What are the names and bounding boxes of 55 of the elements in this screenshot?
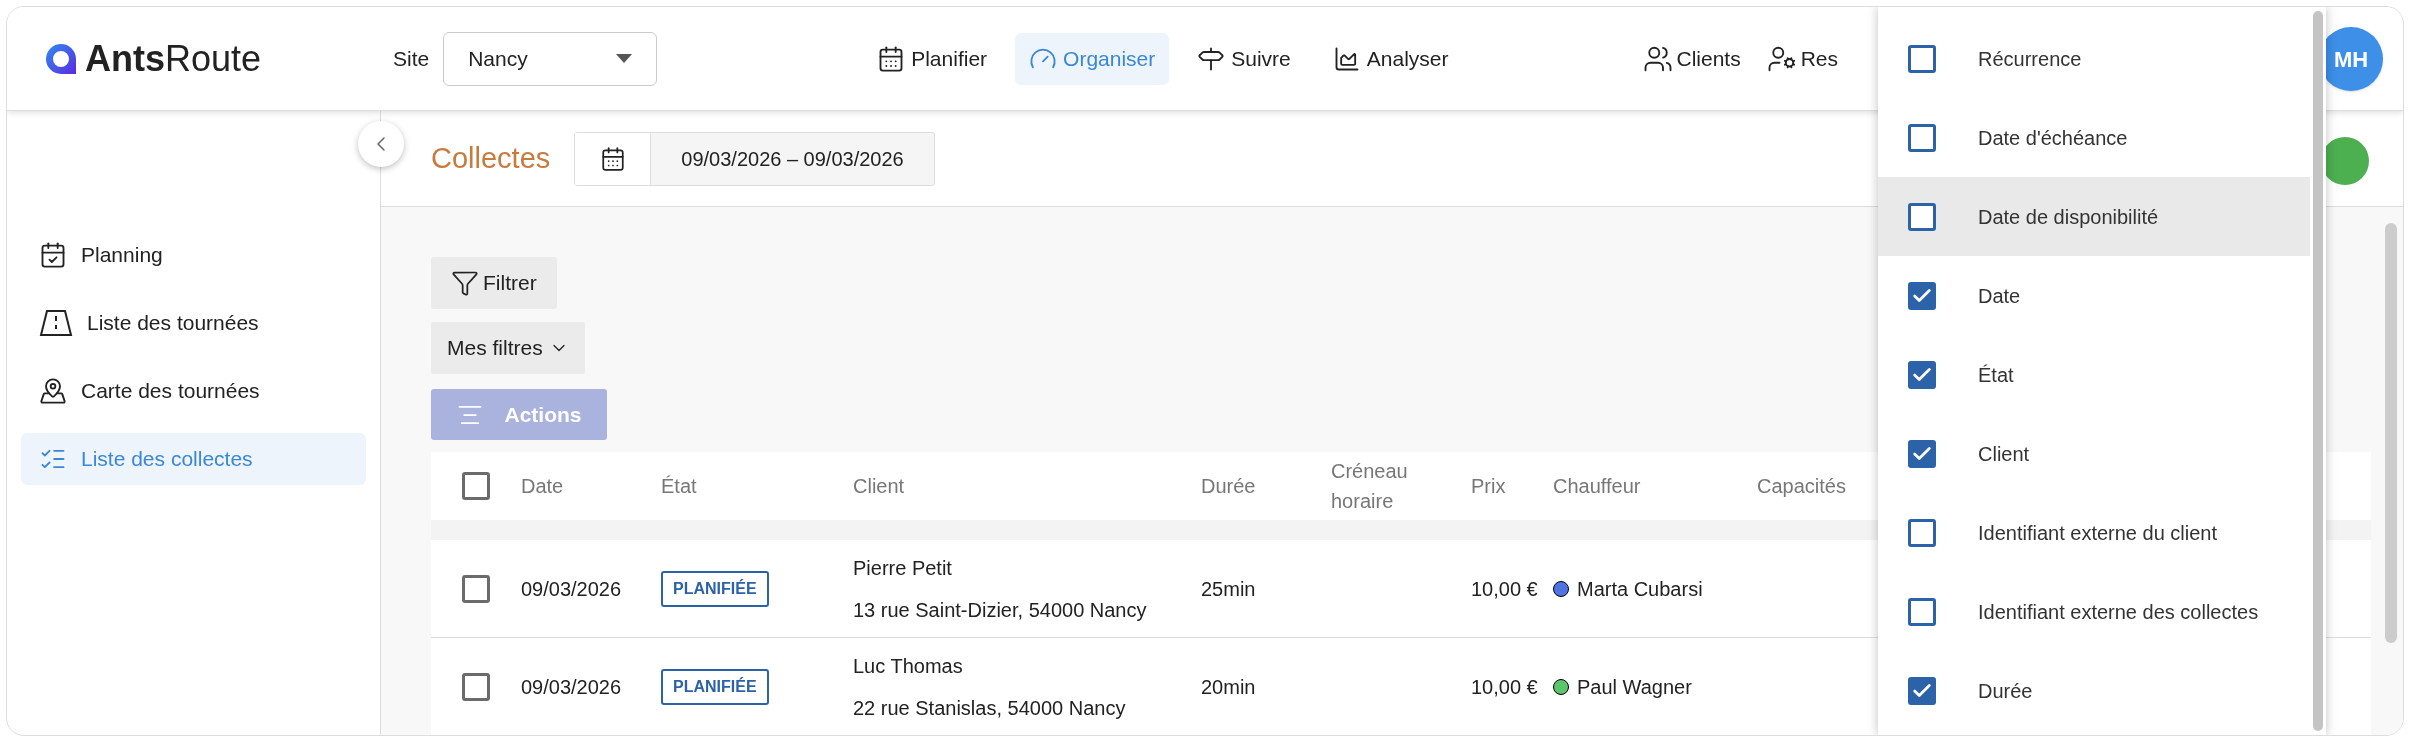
filter-button[interactable]: Filtrer (431, 257, 557, 309)
road-icon (39, 309, 73, 337)
column-header[interactable]: Prix (1471, 471, 1553, 501)
client-name: Luc Thomas (853, 653, 963, 679)
column-checkbox[interactable] (1908, 518, 1936, 547)
column-checkbox[interactable] (1908, 360, 1936, 389)
sidebar-item[interactable]: Liste des tournées (21, 297, 366, 349)
filter-icon (451, 269, 479, 297)
column-header[interactable]: Date (521, 471, 661, 501)
site-label: Site (393, 45, 430, 72)
nav-tab[interactable]: Analyser (1318, 32, 1463, 85)
sidebar-item[interactable]: Carte des tournées (21, 365, 366, 417)
row-checkbox[interactable] (462, 574, 490, 603)
column-checkbox[interactable] (1908, 202, 1936, 231)
column-checkbox[interactable] (1908, 44, 1936, 73)
duration-cell-text: 20min (1201, 674, 1256, 700)
client-address: 22 rue Stanislas, 54000 Nancy (853, 695, 1126, 721)
map-pin-icon (39, 377, 67, 405)
nav-tab[interactable]: Planifier (863, 32, 1002, 85)
column-option[interactable]: Date de disponibilité (1878, 177, 2310, 256)
price-cell-text: 10,00 € (1471, 576, 1538, 602)
column-checkbox[interactable] (1908, 281, 1936, 310)
nav-link[interactable]: Res (1766, 42, 1839, 75)
date-range-picker[interactable]: 09/03/2026 – 09/03/2026 (574, 131, 935, 186)
column-checkbox[interactable] (1908, 439, 1936, 468)
driver-name: Paul Wagner (1577, 674, 1692, 700)
status-badge: PLANIFIÉE (661, 668, 769, 705)
column-checkbox[interactable] (1908, 123, 1936, 152)
row-checkbox[interactable] (462, 672, 490, 701)
page-title: Collectes (431, 140, 551, 176)
price-cell-text: 10,00 € (1471, 674, 1538, 700)
site-select[interactable]: Nancy (443, 31, 658, 86)
calendar-icon (599, 145, 626, 172)
status-badge: PLANIFIÉE (661, 570, 769, 607)
logo-text: AntsRoute (85, 36, 262, 81)
client-address: 13 rue Saint-Dizier, 54000 Nancy (853, 597, 1147, 623)
nav-link[interactable]: Clients (1642, 42, 1741, 75)
my-filters-button[interactable]: Mes filtres (431, 322, 585, 374)
date-cell-text: 09/03/2026 (521, 674, 622, 700)
dropdown-arrow-icon (616, 53, 633, 64)
driver-name: Marta Cubarsi (1577, 576, 1703, 602)
column-checkbox[interactable] (1908, 676, 1936, 705)
nav-tab[interactable]: Suivre (1183, 32, 1305, 85)
column-header[interactable]: Créneau horaire (1331, 456, 1441, 516)
client-name: Pierre Petit (853, 555, 952, 581)
column-checkbox[interactable] (1908, 597, 1936, 626)
sidebar-item[interactable]: Planning (21, 229, 366, 281)
column-header[interactable]: Chauffeur (1553, 471, 1757, 501)
row-checkbox[interactable] (462, 472, 490, 500)
column-header[interactable]: Durée (1201, 471, 1331, 501)
date-cell-text: 09/03/2026 (521, 576, 622, 602)
column-header[interactable]: État (661, 471, 853, 501)
calendar-check-icon (39, 241, 67, 269)
duration-cell-text: 25min (1201, 576, 1256, 602)
column-header[interactable]: Client (853, 471, 1201, 501)
